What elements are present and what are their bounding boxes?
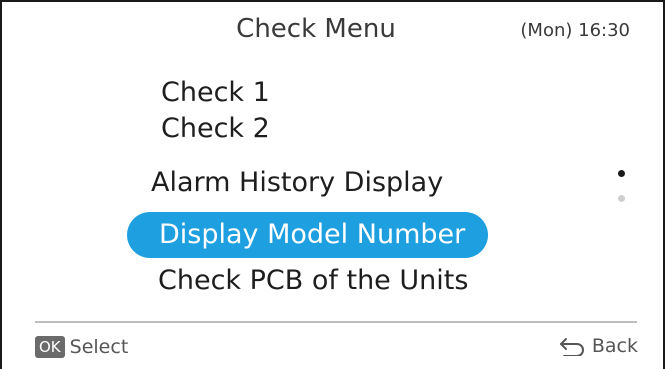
page-indicator xyxy=(616,170,626,210)
back-button[interactable]: Back xyxy=(558,334,638,358)
menu-item-display-model-number[interactable]: Display Model Number xyxy=(127,212,488,258)
clock-display: (Mon) 16:30 xyxy=(520,20,630,41)
return-arrow-icon xyxy=(559,338,584,356)
ok-button-badge: OK xyxy=(35,336,65,358)
menu-item-check-2[interactable]: Check 2 xyxy=(161,113,270,144)
page-dot-inactive xyxy=(618,195,625,202)
footer-divider xyxy=(35,321,637,323)
menu-item-check-pcb-of-the-units[interactable]: Check PCB of the Units xyxy=(158,265,468,296)
menu-item-alarm-history-display[interactable]: Alarm History Display xyxy=(151,167,443,198)
check-menu-screen: Check Menu (Mon) 16:30 Check 1 Check 2 A… xyxy=(0,0,665,369)
page-dot-active xyxy=(618,170,625,177)
select-hint[interactable]: OK Select xyxy=(35,335,128,359)
back-label: Back xyxy=(591,335,638,357)
menu-item-check-1[interactable]: Check 1 xyxy=(161,77,270,108)
select-label: Select xyxy=(69,336,129,358)
